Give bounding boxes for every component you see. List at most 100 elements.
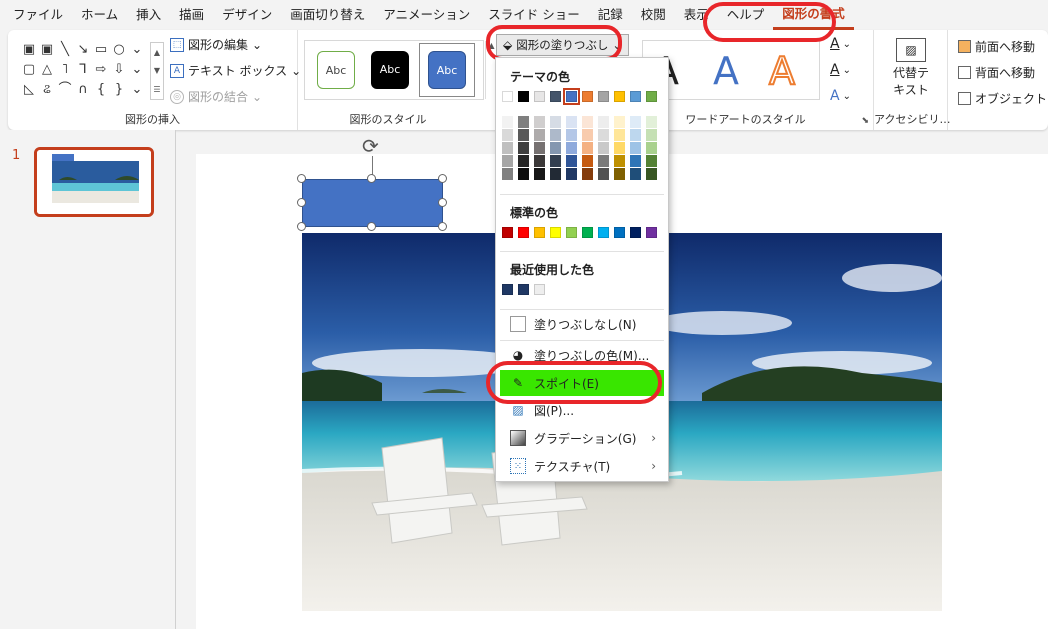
theme-shade-swatch[interactable]: [550, 129, 561, 141]
texture-item[interactable]: ⁙ テクスチャ(T) ›: [500, 453, 664, 479]
shapes-gallery-scroll[interactable]: ▲ ▼ ☰: [150, 42, 164, 100]
standard-color-swatch[interactable]: [550, 227, 561, 238]
shape-style-preset-1[interactable]: Abc: [317, 51, 355, 89]
theme-color-swatch[interactable]: [614, 91, 625, 102]
resize-handle-bm[interactable]: [367, 222, 376, 231]
text-effects-button[interactable]: A ⌄: [830, 88, 851, 104]
tab-record[interactable]: 記録: [589, 0, 632, 30]
resize-handle-bl[interactable]: [297, 222, 306, 231]
theme-shade-swatch[interactable]: [582, 116, 593, 128]
gradient-item[interactable]: グラデーション(G) ›: [500, 425, 664, 451]
tab-help[interactable]: ヘルプ: [718, 0, 774, 30]
theme-shade-swatch[interactable]: [646, 168, 657, 180]
recent-color-swatch[interactable]: [534, 284, 545, 295]
tab-file[interactable]: ファイル: [4, 0, 72, 30]
rounded-rect-shape-icon[interactable]: ▢: [20, 60, 38, 80]
elbow-connector-shape-icon[interactable]: ˥: [56, 60, 74, 80]
arc-shape-icon[interactable]: ⌒: [56, 80, 74, 100]
rectangle-shape-icon[interactable]: ▭: [92, 40, 110, 60]
rotate-handle-icon[interactable]: ⟳: [362, 134, 379, 158]
theme-shade-swatch[interactable]: [534, 155, 545, 167]
resize-handle-mr[interactable]: [438, 198, 447, 207]
theme-shade-swatch[interactable]: [566, 116, 577, 128]
tab-review[interactable]: 校閲: [632, 0, 675, 30]
theme-shade-swatch[interactable]: [550, 155, 561, 167]
theme-shade-swatch[interactable]: [630, 168, 641, 180]
theme-shade-swatch[interactable]: [518, 155, 529, 167]
standard-color-swatch[interactable]: [502, 227, 513, 238]
more-shapes-icon[interactable]: ⌄: [128, 40, 146, 60]
theme-shade-swatch[interactable]: [502, 155, 513, 167]
theme-color-swatch[interactable]: [534, 91, 545, 102]
theme-color-swatch[interactable]: [630, 91, 641, 102]
theme-shade-swatch[interactable]: [582, 155, 593, 167]
tab-draw[interactable]: 描画: [170, 0, 213, 30]
left-brace-shape-icon[interactable]: {: [92, 80, 110, 100]
theme-shade-swatch[interactable]: [598, 168, 609, 180]
edit-shape-button[interactable]: ⬚ 図形の編集 ⌄: [170, 36, 262, 53]
theme-shade-swatch[interactable]: [582, 129, 593, 141]
theme-shade-swatch[interactable]: [566, 168, 577, 180]
text-fill-button[interactable]: A ⌄: [830, 36, 851, 52]
oval-shape-icon[interactable]: ○: [110, 40, 128, 60]
tab-shape-format[interactable]: 図形の書式: [773, 0, 854, 30]
scroll-down-icon[interactable]: ▼: [154, 66, 160, 75]
down-arrow-shape-icon[interactable]: ⇩: [110, 60, 128, 80]
theme-shade-swatch[interactable]: [598, 155, 609, 167]
merge-shapes-button[interactable]: ◎ 図形の結合 ⌄: [170, 88, 262, 105]
shape-style-gallery[interactable]: Abc Abc Abc ▲: [304, 40, 495, 100]
wordart-sample-3[interactable]: A: [768, 48, 796, 94]
resize-handle-br[interactable]: [438, 222, 447, 231]
resize-handle-tr[interactable]: [438, 174, 447, 183]
send-backward-button[interactable]: 背面へ移動: [958, 64, 1035, 81]
theme-shade-swatch[interactable]: [550, 168, 561, 180]
theme-color-swatch[interactable]: [550, 91, 561, 102]
theme-shade-swatch[interactable]: [502, 116, 513, 128]
recent-color-swatch[interactable]: [502, 284, 513, 295]
text-box-button[interactable]: A テキスト ボックス ⌄: [170, 62, 301, 79]
theme-shade-swatch[interactable]: [534, 116, 545, 128]
tab-design[interactable]: デザイン: [213, 0, 281, 30]
tab-home[interactable]: ホーム: [72, 0, 127, 30]
theme-shade-swatch[interactable]: [630, 116, 641, 128]
triangle-shape-icon[interactable]: △: [38, 60, 56, 80]
tab-animations[interactable]: アニメーション: [374, 0, 479, 30]
tab-slideshow[interactable]: スライド ショー: [479, 0, 588, 30]
theme-shade-swatch[interactable]: [614, 168, 625, 180]
theme-shade-swatch[interactable]: [630, 155, 641, 167]
more-fill-colors-item[interactable]: ◕ 塗りつぶしの色(M)...: [500, 342, 664, 368]
theme-color-swatch[interactable]: [502, 91, 513, 102]
shape-fill-button[interactable]: ⬙ 図形の塗りつぶし ⌄: [496, 34, 629, 56]
theme-shade-swatch[interactable]: [646, 129, 657, 141]
theme-shade-swatch[interactable]: [630, 129, 641, 141]
resize-handle-tm[interactable]: [367, 174, 376, 183]
theme-shade-swatch[interactable]: [614, 155, 625, 167]
standard-color-swatch[interactable]: [518, 227, 529, 238]
theme-shade-swatch[interactable]: [598, 142, 609, 154]
shapes-gallery[interactable]: ▣ ▣ ╲ ↘ ▭ ○ ⌄ ▢ △ ˥ ⅂ ⇨ ⇩ ⌄ ◺ ଌ ⌒ ∩ { } …: [20, 40, 150, 102]
theme-color-swatch[interactable]: [646, 91, 657, 102]
alt-text-button[interactable]: ▨ 代替テ キスト: [886, 38, 936, 98]
dialog-launcher-icon[interactable]: ⬊: [861, 116, 869, 126]
theme-shade-swatch[interactable]: [534, 129, 545, 141]
curve-shape-icon[interactable]: ∩: [74, 80, 92, 100]
theme-shade-swatch[interactable]: [534, 142, 545, 154]
standard-color-swatch[interactable]: [598, 227, 609, 238]
vertical-textbox-shape-icon[interactable]: ▣: [38, 40, 56, 60]
resize-handle-ml[interactable]: [297, 198, 306, 207]
theme-shade-swatch[interactable]: [646, 116, 657, 128]
theme-shade-swatch[interactable]: [550, 116, 561, 128]
no-fill-item[interactable]: 塗りつぶしなし(N): [500, 311, 664, 337]
theme-shade-swatch[interactable]: [630, 142, 641, 154]
eyedropper-item[interactable]: ✎ スポイト(E): [500, 370, 664, 396]
theme-shade-swatch[interactable]: [518, 116, 529, 128]
tab-view[interactable]: 表示: [675, 0, 718, 30]
arrow-line-shape-icon[interactable]: ↘: [74, 40, 92, 60]
scroll-up-icon[interactable]: ▲: [154, 48, 160, 57]
freeform-shape-icon[interactable]: ◺: [20, 80, 38, 100]
standard-color-swatch[interactable]: [566, 227, 577, 238]
text-outline-button[interactable]: A ⌄: [830, 62, 851, 78]
theme-shade-swatch[interactable]: [582, 168, 593, 180]
standard-color-swatch[interactable]: [630, 227, 641, 238]
theme-color-swatch[interactable]: [582, 91, 593, 102]
